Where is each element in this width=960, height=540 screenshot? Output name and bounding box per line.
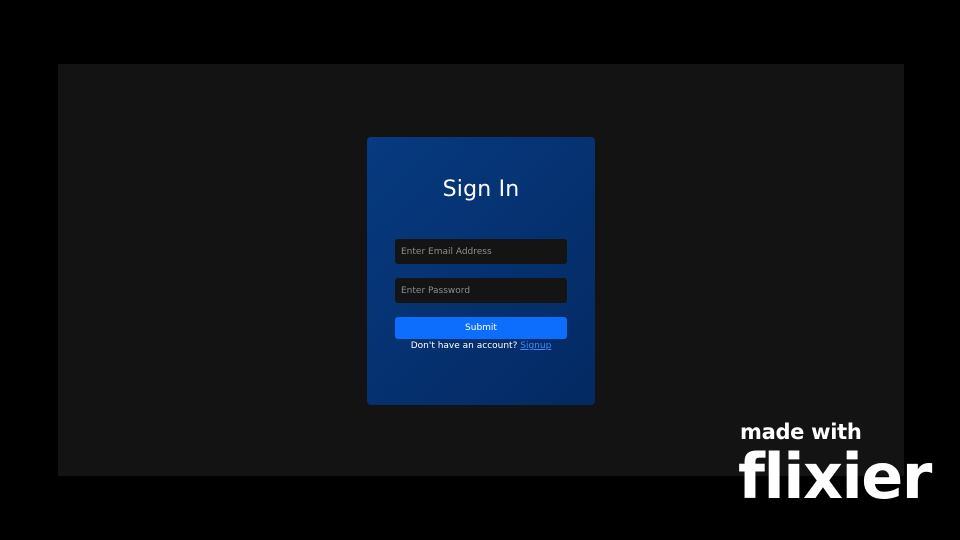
signup-prompt-text: Don't have an account? bbox=[410, 341, 521, 351]
signup-link[interactable]: Signup bbox=[520, 341, 551, 351]
flixier-watermark: made with flixier bbox=[738, 420, 950, 530]
password-field[interactable] bbox=[395, 278, 567, 303]
submit-button[interactable]: Submit bbox=[395, 317, 567, 339]
signup-prompt: Don't have an account? Signup bbox=[367, 341, 595, 351]
email-field[interactable] bbox=[395, 239, 567, 264]
watermark-logo: flixier bbox=[738, 440, 932, 513]
page-title: Sign In bbox=[442, 177, 520, 202]
sign-in-card: Sign In Submit Don't have an account? Si… bbox=[367, 137, 595, 405]
